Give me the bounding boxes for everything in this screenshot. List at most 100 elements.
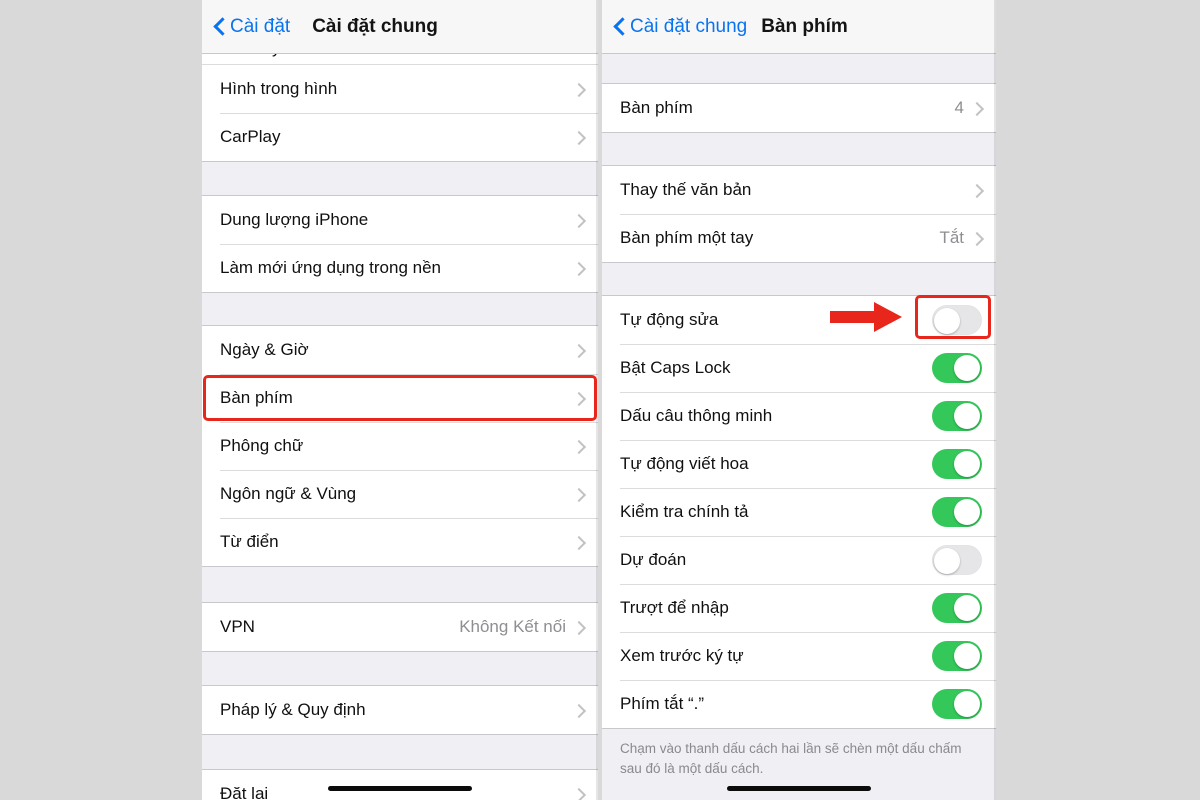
screenshot-stage: Cài đặt Cài đặt chung CarPlay Hình trong… <box>0 0 1200 800</box>
left-group-3: Ngày & Giờ Bàn phím Phông chữ Ngôn ngữ &… <box>202 325 598 567</box>
row-label: Phím tắt “.” <box>620 694 705 713</box>
row-label: Pháp lý & Quy định <box>220 700 366 719</box>
section-gap <box>602 133 996 165</box>
row-label: Bàn phím <box>220 388 293 407</box>
row-label: Tự động sửa <box>620 310 719 329</box>
chevron-right-icon <box>972 182 982 198</box>
toggle-knob <box>954 499 980 525</box>
toggle-knob <box>954 595 980 621</box>
toggle-predictive[interactable] <box>932 545 982 575</box>
chevron-right-icon <box>574 702 584 718</box>
row-background-app-refresh[interactable]: Làm mới ứng dụng trong nền <box>202 244 598 292</box>
toggle-knob <box>954 403 980 429</box>
row-label: Làm mới ứng dụng trong nền <box>220 258 441 277</box>
toggle-knob <box>954 643 980 669</box>
chevron-right-icon <box>574 342 584 358</box>
row-label: Ngôn ngữ & Vùng <box>220 484 357 503</box>
right-home-indicator <box>727 786 871 791</box>
row-date-and-time[interactable]: Ngày & Giờ <box>202 326 598 374</box>
row-predictive[interactable]: Dự đoán <box>602 536 996 584</box>
row-value: Không Kết nối <box>459 617 566 636</box>
right-page-title: Bàn phím <box>761 15 848 37</box>
left-back-label: Cài đặt <box>230 16 291 37</box>
row-value: 4 <box>954 98 964 117</box>
row-label: Bàn phím một tay <box>620 228 754 247</box>
right-phone-screen: Cài đặt chung Bàn phím Bàn phím 4 Thay t… <box>602 0 996 800</box>
row-carplay[interactable]: CarPlay <box>202 113 598 161</box>
section-gap <box>202 162 598 195</box>
chevron-right-icon <box>574 438 584 454</box>
row-period-shortcut[interactable]: Phím tắt “.” <box>602 680 996 728</box>
toggle-smart-punctuation[interactable] <box>932 401 982 431</box>
section-gap <box>202 735 598 769</box>
row-label: Xem trước ký tự <box>620 646 744 665</box>
row-smart-punctuation[interactable]: Dấu câu thông minh <box>602 392 996 440</box>
row-label: Phông chữ <box>220 436 304 455</box>
toggle-check-spelling[interactable] <box>932 497 982 527</box>
section-gap <box>602 54 996 83</box>
chevron-right-icon <box>574 129 584 145</box>
right-group-2: Thay thế văn bản Bàn phím một tay Tắt <box>602 165 996 263</box>
toggle-knob <box>954 691 980 717</box>
chevron-right-icon <box>574 390 584 406</box>
right-back-button[interactable]: Cài đặt chung <box>602 17 747 36</box>
row-vpn[interactable]: VPN Không Kết nối <box>202 603 598 651</box>
row-one-handed-keyboard[interactable]: Bàn phím một tay Tắt <box>602 214 996 262</box>
row-keyboards[interactable]: Bàn phím 4 <box>602 84 996 132</box>
left-group-4: VPN Không Kết nối <box>202 602 598 652</box>
row-iphone-storage[interactable]: Dung lượng iPhone <box>202 196 598 244</box>
row-enable-caps-lock[interactable]: Bật Caps Lock <box>602 344 996 392</box>
left-group-5: Pháp lý & Quy định <box>202 685 598 735</box>
row-label: Thay thế văn bản <box>620 180 752 199</box>
toggle-auto-capitalization[interactable] <box>932 449 982 479</box>
row-character-preview[interactable]: Xem trước ký tự <box>602 632 996 680</box>
left-settings-list[interactable]: CarPlay Hình trong hình CarPlay Dung lượ… <box>202 54 598 800</box>
left-phone-screen: Cài đặt Cài đặt chung CarPlay Hình trong… <box>202 0 598 800</box>
row-label: Hình trong hình <box>220 79 338 98</box>
row-legal-and-regulatory[interactable]: Pháp lý & Quy định <box>202 686 598 734</box>
toggle-enable-caps-lock[interactable] <box>932 353 982 383</box>
row-keyboard[interactable]: Bàn phím <box>202 374 598 422</box>
row-label: Trượt để nhập <box>620 598 729 617</box>
chevron-right-icon <box>574 619 584 635</box>
row-slide-to-type[interactable]: Trượt để nhập <box>602 584 996 632</box>
chevron-right-icon <box>574 81 584 97</box>
right-settings-list[interactable]: Bàn phím 4 Thay thế văn bản Bàn phím một… <box>602 54 996 800</box>
toggle-knob <box>954 451 980 477</box>
row-label: Dấu câu thông minh <box>620 406 773 425</box>
row-dictionary[interactable]: Từ điển <box>202 518 598 566</box>
toggle-auto-correction[interactable] <box>932 305 982 335</box>
chevron-left-icon <box>214 17 225 36</box>
row-auto-correction[interactable]: Tự động sửa <box>602 296 996 344</box>
clipped-row[interactable]: CarPlay <box>202 54 598 65</box>
row-label: Bật Caps Lock <box>620 358 731 377</box>
chevron-right-icon <box>574 486 584 502</box>
row-label: Ngày & Giờ <box>220 340 309 359</box>
toggle-character-preview[interactable] <box>932 641 982 671</box>
chevron-left-icon <box>614 17 625 36</box>
row-picture-in-picture[interactable]: Hình trong hình <box>202 65 598 113</box>
toggle-knob <box>934 308 960 334</box>
row-label: Dung lượng iPhone <box>220 210 369 229</box>
row-fonts[interactable]: Phông chữ <box>202 422 598 470</box>
toggle-knob <box>934 548 960 574</box>
chevron-right-icon <box>972 100 982 116</box>
left-page-title: Cài đặt chung <box>312 15 438 37</box>
row-value: Tắt <box>939 228 964 247</box>
row-language-and-region[interactable]: Ngôn ngữ & Vùng <box>202 470 598 518</box>
row-label: Từ điển <box>220 532 279 551</box>
chevron-right-icon <box>574 260 584 276</box>
left-back-button[interactable]: Cài đặt <box>202 17 290 36</box>
row-label: CarPlay <box>220 127 281 146</box>
right-group-3: Tự động sửa Bật Caps Lock Dấu câu thông … <box>602 295 996 729</box>
row-text-replacement[interactable]: Thay thế văn bản <box>602 166 996 214</box>
chevron-right-icon <box>574 534 584 550</box>
section-gap <box>202 652 598 685</box>
row-auto-capitalization[interactable]: Tự động viết hoa <box>602 440 996 488</box>
toggle-slide-to-type[interactable] <box>932 593 982 623</box>
row-label: Kiểm tra chính tả <box>620 502 749 521</box>
keyboard-footer-note: Chạm vào thanh dấu cách hai lần sẽ chèn … <box>602 729 996 779</box>
toggle-period-shortcut[interactable] <box>932 689 982 719</box>
row-reset[interactable]: Đặt lại <box>202 770 598 800</box>
row-check-spelling[interactable]: Kiểm tra chính tả <box>602 488 996 536</box>
